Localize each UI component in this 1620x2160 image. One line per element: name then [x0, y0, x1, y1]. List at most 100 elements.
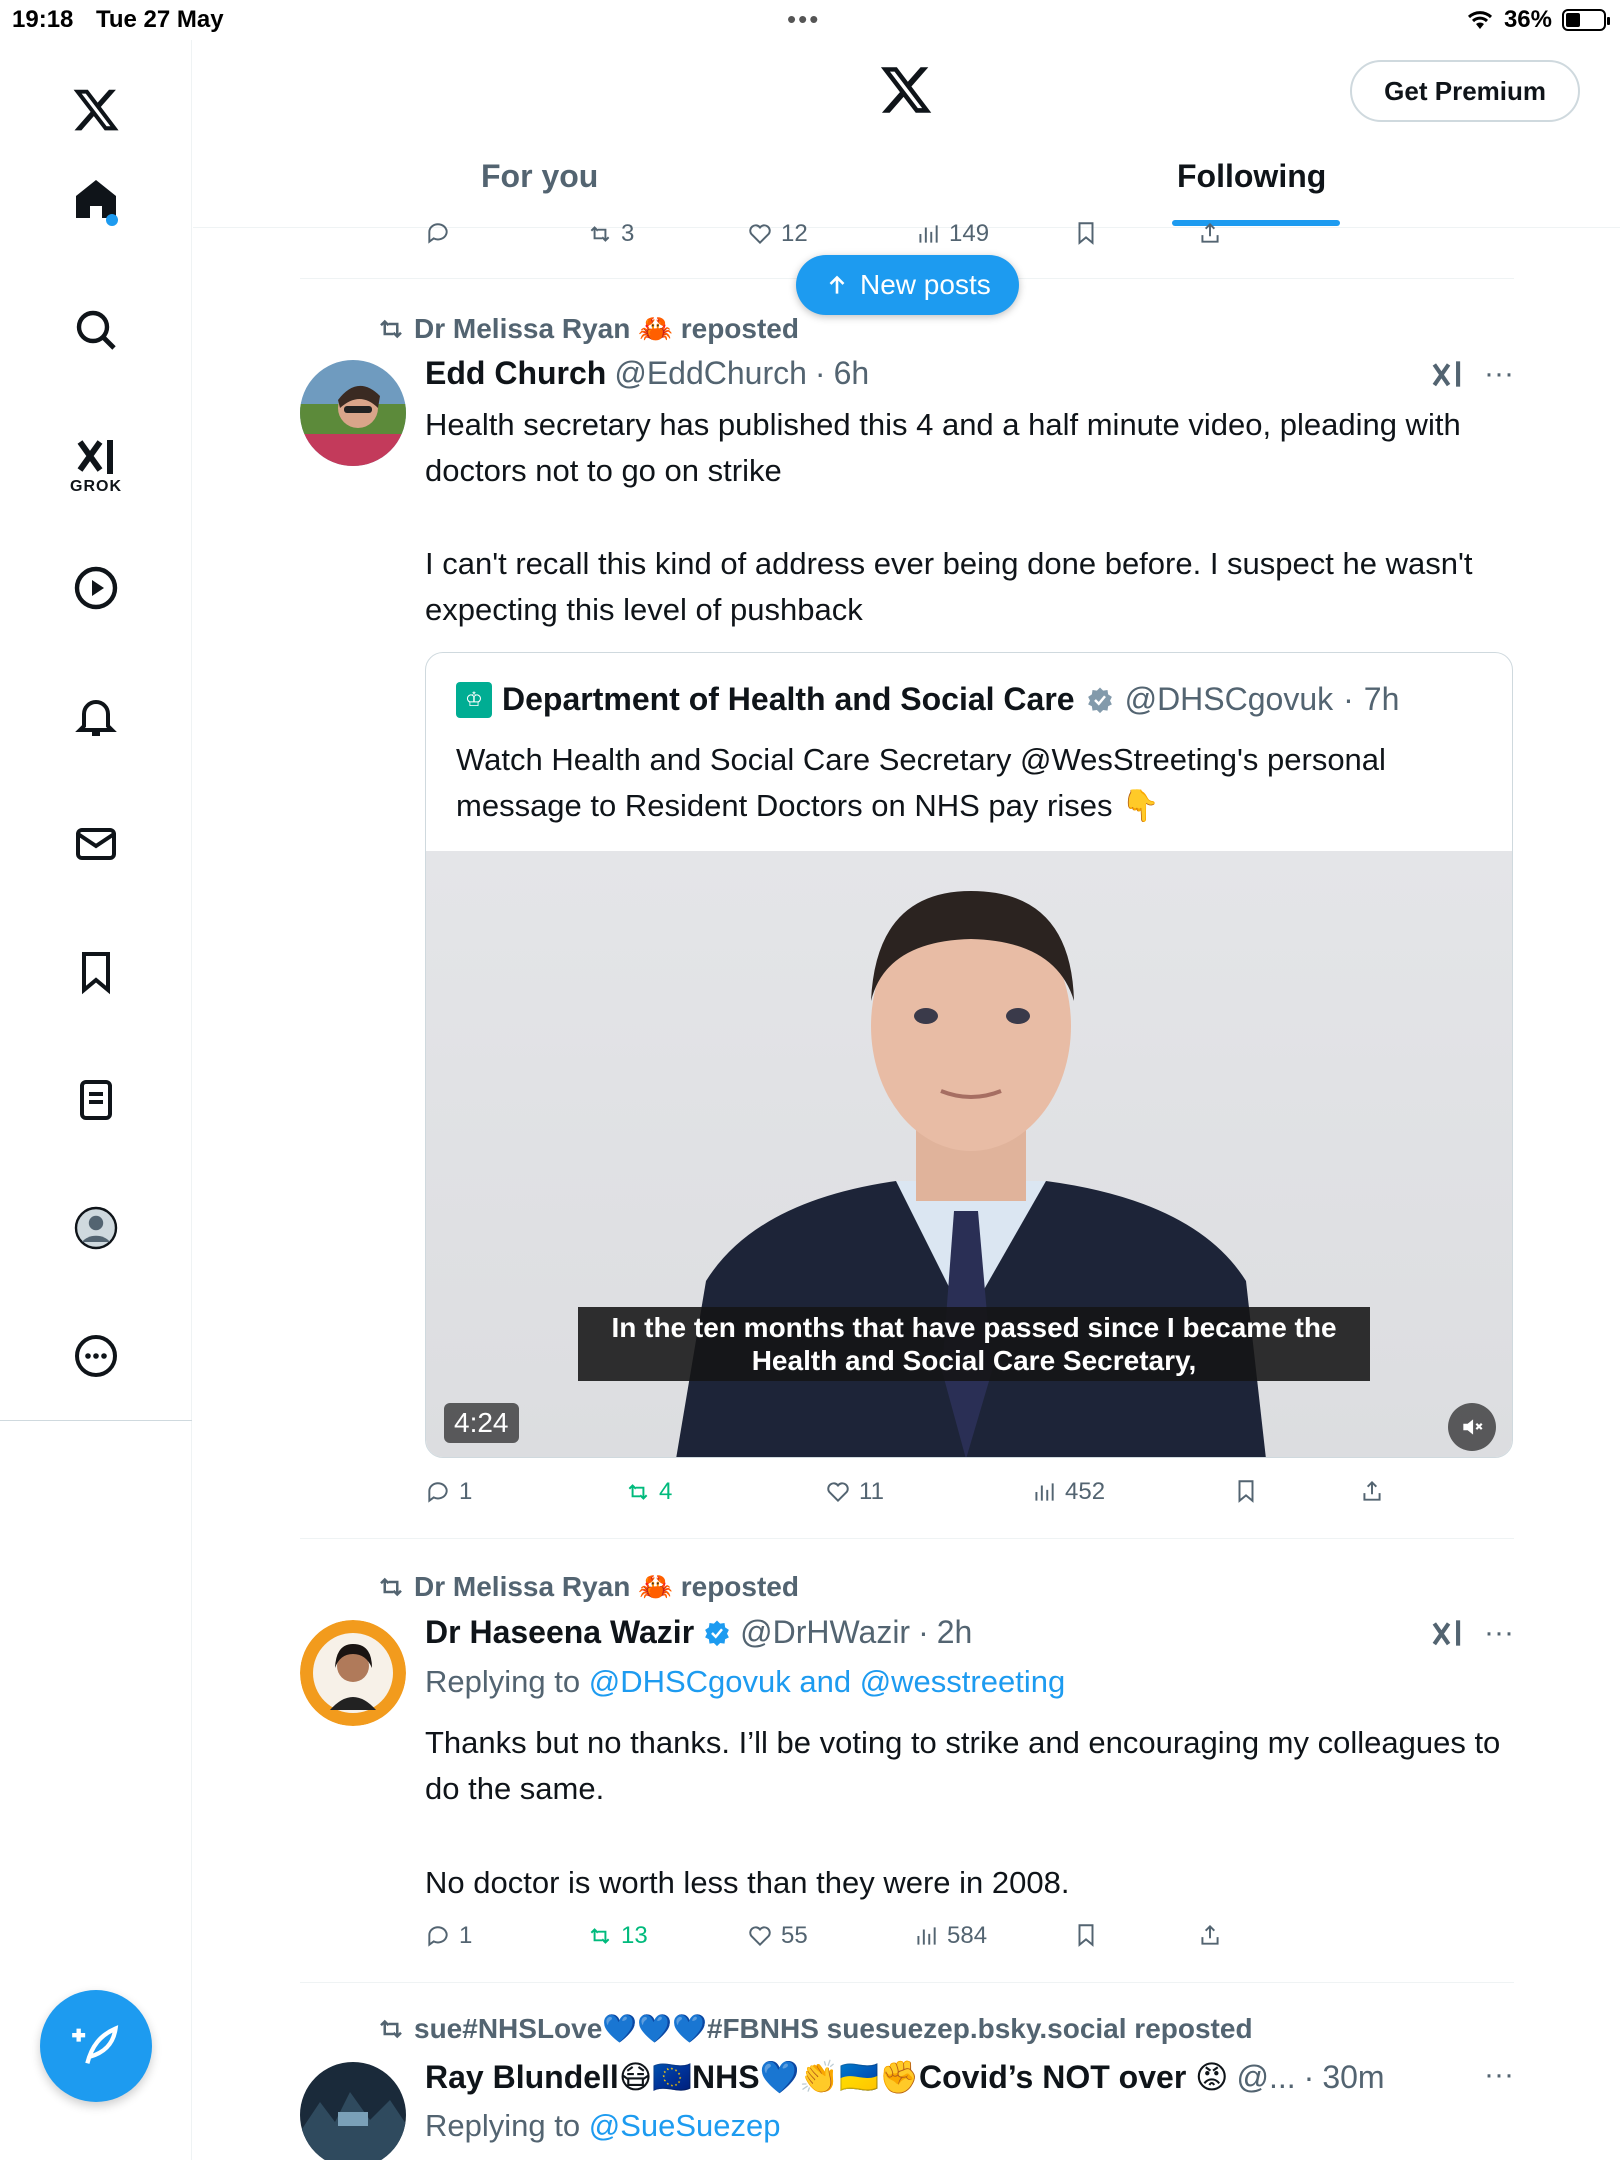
like-button[interactable]: 11 — [825, 1478, 884, 1506]
views-button[interactable]: 149 — [915, 220, 989, 248]
more-options-icon[interactable]: ··· — [1484, 2058, 1514, 2092]
reply-icon[interactable] — [425, 220, 451, 246]
replying-to-link[interactable]: @DHSCgovuk and @wesstreeting — [589, 1664, 1065, 1699]
avatar[interactable] — [300, 360, 406, 466]
bookmark-button[interactable] — [1233, 1478, 1259, 1504]
x-logo-icon[interactable] — [56, 70, 136, 150]
views-count: 452 — [1065, 1478, 1106, 1505]
author-handle[interactable]: @EddChurch — [614, 355, 807, 392]
post-time[interactable]: 6h — [834, 355, 870, 392]
multitask-dots-icon[interactable]: ••• — [787, 4, 820, 35]
crown-logo-icon: ♔ — [456, 681, 492, 718]
author-name[interactable]: Dr Haseena Wazir — [425, 1614, 694, 1651]
post-author-row: Edd Church @EddChurch · 6h — [425, 355, 870, 392]
views-count: 584 — [947, 1922, 988, 1949]
tab-for-you[interactable]: For you — [481, 158, 598, 195]
reply-count: 1 — [459, 1922, 473, 1949]
more-options-icon[interactable] — [56, 1316, 136, 1396]
reply-button[interactable]: 1 — [425, 1478, 472, 1506]
search-icon[interactable] — [56, 290, 136, 370]
more-options-icon[interactable]: ··· — [1484, 1616, 1514, 1650]
author-handle[interactable]: @... — [1237, 2059, 1296, 2096]
retweet-button[interactable]: 4 — [625, 1478, 672, 1506]
bookmarks-icon[interactable] — [56, 932, 136, 1012]
reply-icon — [428, 1482, 448, 1503]
quoted-post[interactable]: ♔ Department of Health and Social Care @… — [425, 652, 1513, 1458]
share-icon — [1201, 1924, 1219, 1945]
repost-indicator: sue#NHSLove💙💙💙#FBNHS suesuezep.bsky.soci… — [376, 2012, 1253, 2045]
retweet-icon — [628, 1484, 648, 1500]
avatar[interactable] — [300, 2062, 406, 2160]
more-options-icon[interactable]: ··· — [1484, 357, 1514, 391]
retweet-count: 13 — [621, 1922, 648, 1949]
get-premium-button[interactable]: Get Premium — [1350, 60, 1580, 122]
battery-icon — [1562, 9, 1610, 31]
post-time[interactable]: 30m — [1322, 2059, 1384, 2096]
like-button[interactable]: 12 — [747, 220, 808, 248]
author-name[interactable]: Edd Church — [425, 355, 606, 392]
replying-to: Replying to @DHSCgovuk and @wesstreeting — [425, 1664, 1065, 1700]
retweet-button[interactable]: 3 — [587, 220, 634, 248]
video-icon[interactable] — [56, 548, 136, 628]
grok-icon[interactable] — [1428, 1614, 1466, 1652]
heart-icon — [749, 1926, 771, 1947]
top-header: Get Premium For you Following — [193, 40, 1620, 228]
quote-handle[interactable]: @DHSCgovuk — [1125, 681, 1334, 718]
replying-to: Replying to @SueSuezep — [425, 2108, 781, 2144]
share-button[interactable] — [1197, 1922, 1223, 1948]
retweet-count: 3 — [621, 220, 635, 247]
feather-plus-icon — [72, 2025, 119, 2064]
avatar[interactable] — [300, 1620, 406, 1726]
post-tools: ··· — [1428, 355, 1514, 393]
reply-button[interactable]: 1 — [425, 1922, 472, 1950]
author-name[interactable]: Ray Blundell😷🇪🇺NHS💙👏🇺🇦✊Covid’s NOT over … — [425, 2058, 1229, 2096]
messages-icon[interactable] — [56, 804, 136, 884]
status-date: Tue 27 May — [96, 6, 224, 33]
repost-indicator: Dr Melissa Ryan 🦀 reposted — [376, 312, 799, 345]
notifications-bell-icon[interactable] — [56, 676, 136, 756]
bookmark-button[interactable] — [1073, 1922, 1099, 1948]
post-divider — [300, 1538, 1514, 1539]
new-posts-button[interactable]: New posts — [796, 255, 1019, 315]
like-count: 11 — [859, 1478, 884, 1505]
quote-author-name[interactable]: Department of Health and Social Care — [502, 681, 1075, 718]
bookmark-icon[interactable] — [1073, 220, 1099, 246]
repost-icon — [380, 1577, 402, 1596]
like-button[interactable]: 55 — [747, 1922, 808, 1950]
compose-post-button[interactable] — [40, 1990, 152, 2102]
post-tools: ··· — [1428, 1614, 1514, 1652]
share-icon — [1363, 1480, 1381, 1501]
mute-button[interactable] — [1448, 1403, 1496, 1451]
quote-time[interactable]: 7h — [1364, 681, 1400, 718]
share-button[interactable] — [1359, 1478, 1385, 1504]
verified-badge-icon — [1087, 687, 1112, 713]
home-icon[interactable] — [56, 160, 136, 240]
video-duration: 4:24 — [444, 1403, 519, 1443]
replying-to-link[interactable]: @SueSuezep — [589, 2108, 781, 2143]
like-count: 12 — [781, 220, 808, 247]
left-sidebar: GROK — [0, 40, 192, 2160]
replying-prefix: Replying to — [425, 2108, 581, 2143]
new-posts-label: New posts — [860, 269, 991, 300]
profile-avatar-icon[interactable] — [56, 1188, 136, 1268]
status-time: 19:18 — [12, 6, 74, 33]
retweet-button[interactable]: 13 — [587, 1922, 648, 1950]
repost-by-text: Dr Melissa Ryan 🦀 reposted — [414, 313, 799, 344]
views-button[interactable]: 452 — [1031, 1478, 1105, 1506]
lists-icon[interactable] — [56, 1060, 136, 1140]
rail-divider — [0, 1420, 192, 1421]
wifi-icon — [1467, 11, 1492, 29]
views-icon — [1035, 1483, 1054, 1501]
post-actions: 1 13 55 584 — [425, 1922, 1425, 1962]
tab-following[interactable]: Following — [1177, 158, 1326, 195]
retweet-icon — [590, 1928, 610, 1944]
verified-badge-icon — [705, 1620, 730, 1646]
repost-icon — [380, 2019, 402, 2038]
video-player[interactable]: In the ten months that have passed since… — [426, 851, 1512, 1457]
grok-icon[interactable] — [1428, 355, 1466, 393]
author-handle[interactable]: @DrHWazir — [740, 1614, 910, 1651]
post-time[interactable]: 2h — [937, 1614, 973, 1651]
reply-count: 1 — [459, 1478, 473, 1505]
share-icon[interactable] — [1197, 220, 1223, 246]
views-button[interactable]: 584 — [913, 1922, 987, 1950]
